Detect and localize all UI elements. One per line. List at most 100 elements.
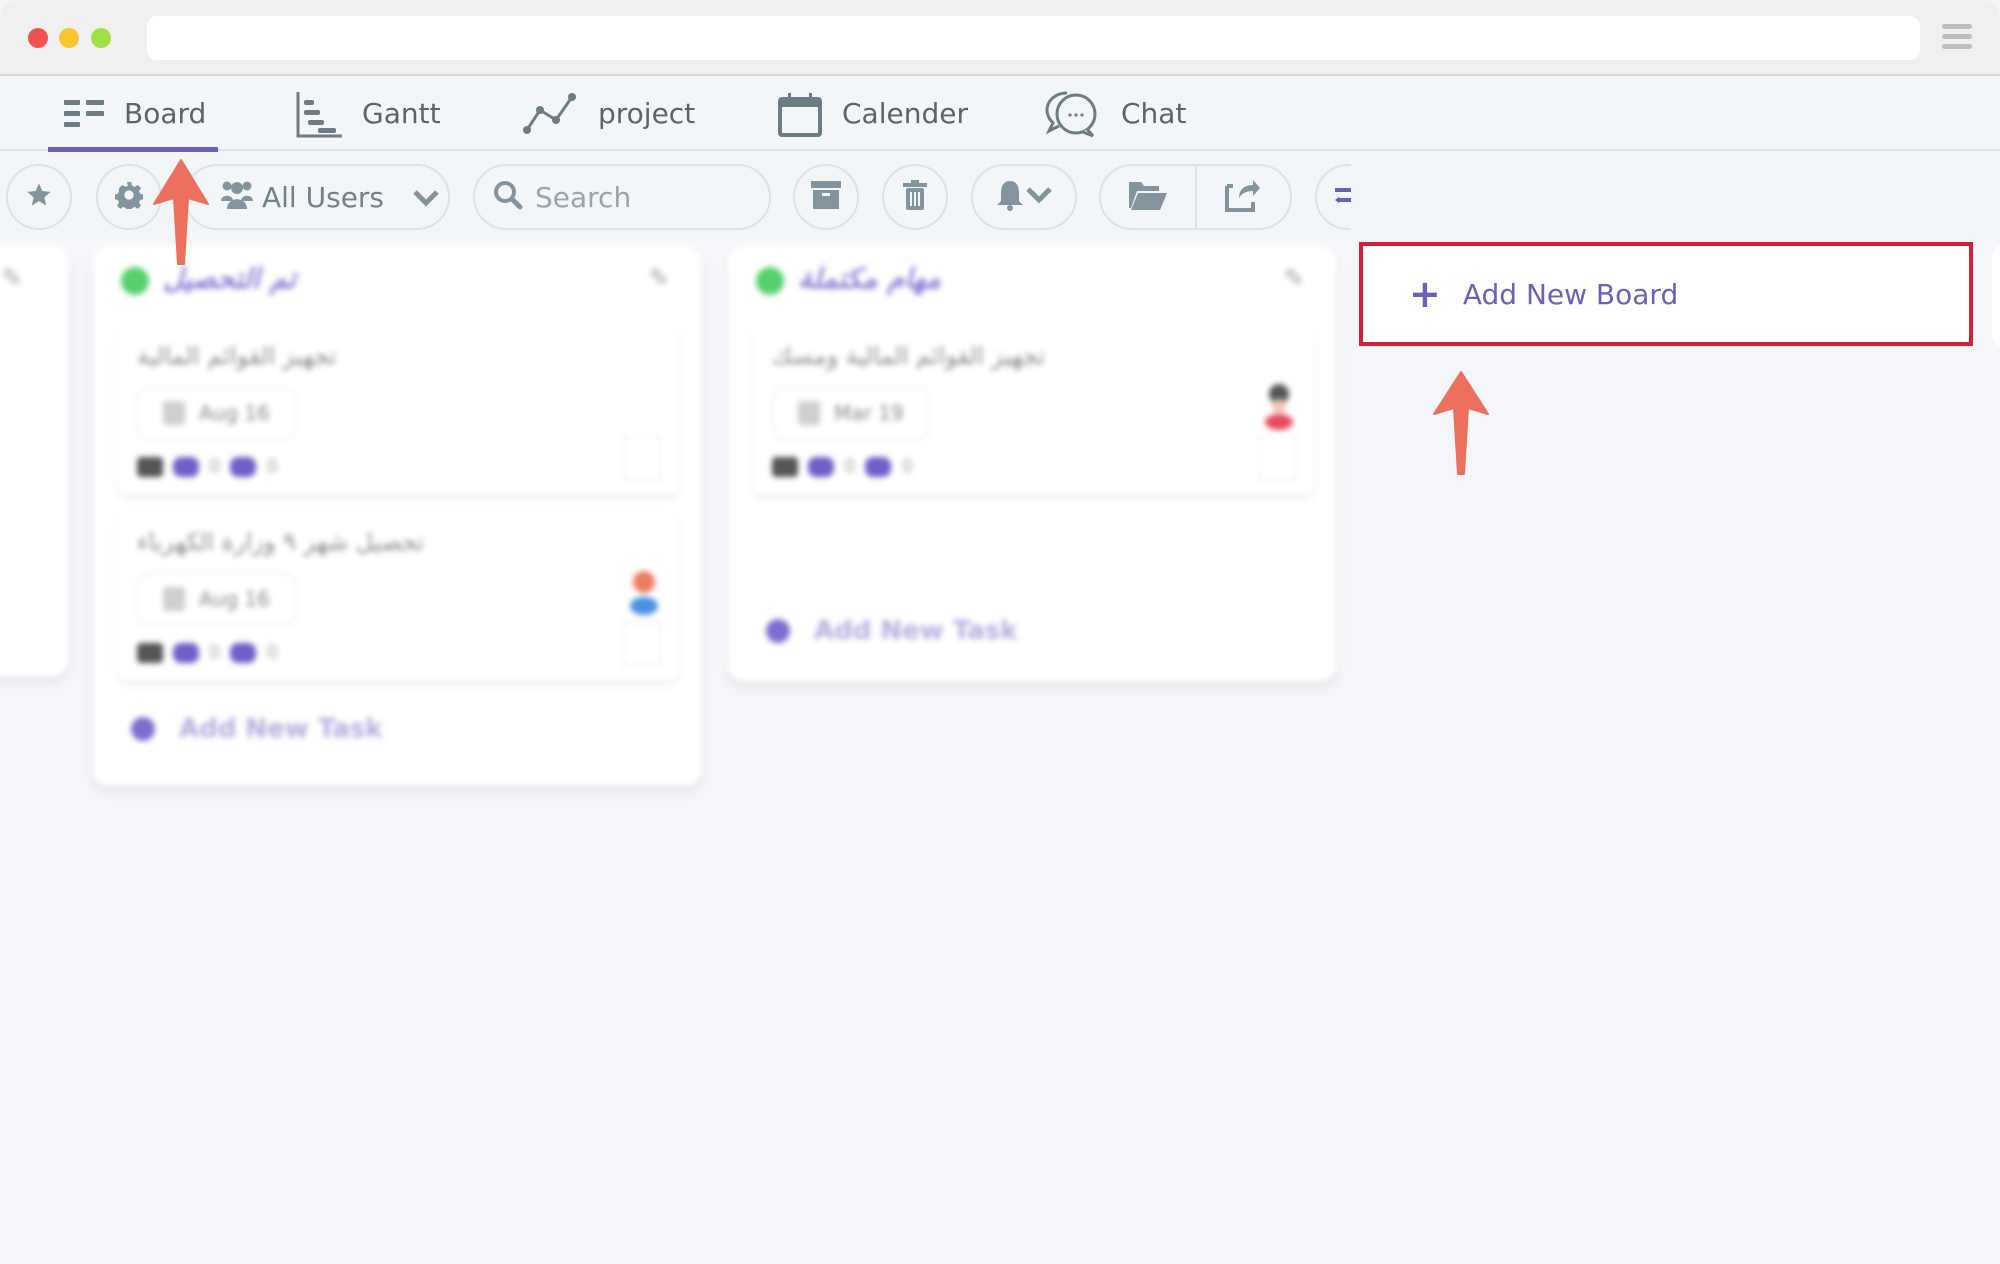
plus-icon: + (1409, 272, 1441, 316)
annotation-arrow-up-icon (150, 158, 212, 268)
notifications-dropdown[interactable] (971, 164, 1077, 230)
task-due-date: Aug 16 (137, 572, 296, 626)
comment-icon (230, 642, 257, 663)
comment-icon (230, 456, 257, 477)
minimize-window-button[interactable] (59, 28, 79, 48)
board-column-partial: ✎ (0, 246, 68, 676)
task-title: تجهيز القوائم المالية ومسك (772, 342, 1046, 370)
comment-count: 0 (266, 642, 278, 663)
priority-icon (137, 456, 163, 477)
open-folder-button[interactable] (1101, 166, 1195, 228)
close-window-button[interactable] (28, 28, 48, 48)
calendar-icon (798, 401, 820, 425)
search-box[interactable] (473, 164, 771, 230)
address-bar[interactable] (147, 16, 1920, 60)
tab-calender-label: Calender (842, 97, 968, 130)
task-date-text: Mar 19 (834, 401, 904, 425)
attachment-count: 0 (209, 456, 221, 477)
task-card[interactable]: تحصيل شهر ٩ وزارة الكهرباء Aug 16 0 0 (117, 510, 679, 680)
tab-chat-label: Chat (1121, 97, 1187, 130)
add-task-label: Add New Task (179, 714, 383, 744)
app-window: Board Gantt project Calender Chat All Us… (0, 0, 2000, 1264)
task-card[interactable]: تجهيز القوائم المالية ومسك Mar 19 0 0 (752, 324, 1314, 494)
task-due-date: Mar 19 (772, 386, 930, 440)
task-meta: 0 0 (772, 456, 913, 477)
column-header: مهام مكتملة ✎ (728, 246, 1336, 316)
priority-icon (772, 456, 798, 477)
switch-view-button[interactable] (1315, 164, 1351, 230)
board-column: مهام مكتملة ✎ تجهيز القوائم المالية ومسك… (728, 246, 1336, 681)
tab-board[interactable]: Board (47, 78, 219, 153)
tab-chat[interactable]: Chat (1043, 78, 1186, 149)
task-due-date: Aug 16 (137, 386, 296, 440)
swap-arrows-icon (1335, 183, 1351, 211)
plus-icon (766, 619, 790, 643)
attachment-count: 0 (209, 642, 221, 663)
attachment-icon (808, 456, 834, 477)
tab-gantt[interactable]: Gantt (296, 78, 441, 149)
bell-icon (995, 179, 1025, 215)
priority-icon (137, 642, 163, 663)
users-filter-value: All Users (262, 180, 385, 214)
export-button[interactable] (1197, 166, 1291, 228)
annotation-arrow-up-icon (1430, 370, 1492, 478)
task-card[interactable]: تجهيز القوائم المالية Aug 16 0 0 (117, 324, 679, 494)
task-date-text: Aug 16 (199, 587, 270, 611)
trash-icon (903, 180, 927, 214)
chat-icon (1043, 89, 1101, 139)
hamburger-menu-icon[interactable] (1942, 24, 1972, 50)
plus-icon (131, 717, 155, 741)
board-toolbar: All Users (0, 152, 2000, 238)
search-input[interactable] (535, 180, 755, 214)
comment-icon (865, 456, 892, 477)
archive-button[interactable] (793, 164, 859, 230)
gantt-icon (296, 90, 342, 138)
browser-title-bar (0, 0, 2000, 76)
assignee-avatar[interactable] (1264, 384, 1294, 430)
add-new-task-button[interactable]: Add New Task (766, 616, 1018, 646)
calendar-icon (778, 91, 822, 137)
task-meta: 0 0 (137, 456, 278, 477)
view-tab-bar: Board Gantt project Calender Chat (0, 78, 2000, 153)
column-title[interactable]: مهام مكتملة (798, 262, 941, 295)
project-line-icon (522, 92, 578, 136)
calendar-icon (163, 587, 185, 611)
task-title: تحصيل شهر ٩ وزارة الكهرباء (137, 528, 425, 556)
attachment-icon (173, 456, 199, 477)
assign-user-placeholder[interactable] (623, 622, 661, 666)
add-task-label: Add New Task (814, 616, 1018, 646)
folder-open-icon (1128, 180, 1167, 214)
edit-column-icon[interactable]: ✎ (2, 264, 32, 294)
share-export-icon (1225, 178, 1261, 216)
board-column: تم التحصيل ✎ تجهيز القوائم المالية Aug 1… (93, 246, 701, 786)
assign-user-placeholder[interactable] (1258, 436, 1296, 480)
trash-button[interactable] (882, 164, 948, 230)
file-actions-group (1099, 164, 1292, 230)
assignee-avatar[interactable] (629, 570, 659, 616)
edit-column-icon[interactable]: ✎ (1284, 264, 1314, 294)
tab-project[interactable]: project (522, 78, 695, 149)
board-column-partial (1992, 246, 2000, 346)
tab-project-label: project (598, 97, 696, 130)
calendar-icon (163, 401, 185, 425)
add-new-task-button[interactable]: Add New Task (131, 714, 383, 744)
star-icon (25, 181, 53, 213)
archive-box-icon (811, 181, 841, 213)
favorite-button[interactable] (6, 164, 72, 230)
task-meta: 0 0 (137, 642, 278, 663)
chevron-down-icon (1025, 186, 1053, 208)
maximize-window-button[interactable] (91, 28, 111, 48)
comment-count: 0 (266, 456, 278, 477)
edit-column-icon[interactable]: ✎ (649, 264, 679, 294)
attachment-icon (173, 642, 199, 663)
assign-user-placeholder[interactable] (623, 436, 661, 480)
users-filter-dropdown[interactable]: All Users (184, 164, 450, 230)
task-date-text: Aug 16 (199, 401, 270, 425)
column-status-dot (756, 267, 784, 295)
tab-board-label: Board (124, 97, 207, 130)
add-new-board-button[interactable]: + Add New Board (1359, 242, 1973, 346)
tab-calender[interactable]: Calender (778, 78, 968, 149)
column-status-dot (121, 267, 149, 295)
gear-icon (114, 181, 144, 213)
chevron-down-icon (412, 181, 440, 214)
